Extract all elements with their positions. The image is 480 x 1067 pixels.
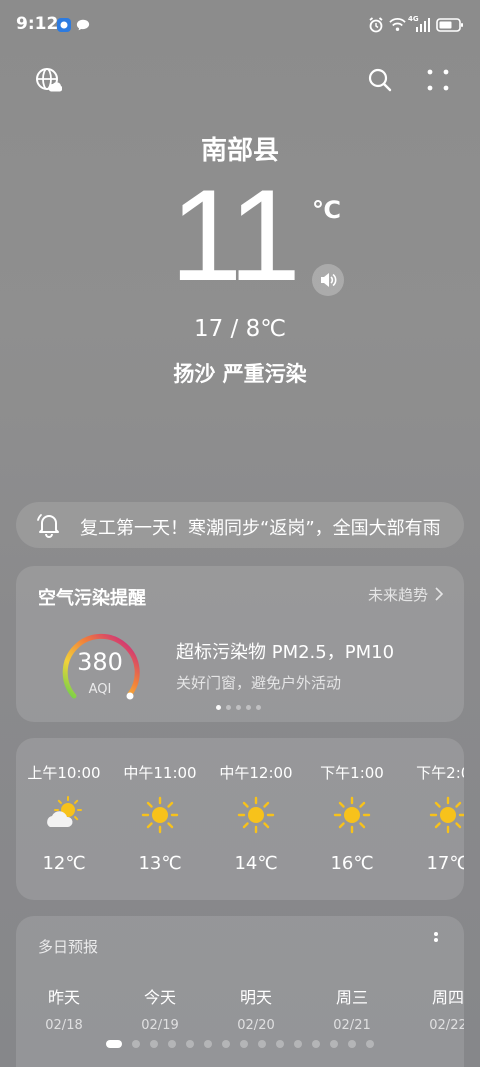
hour-label: 中午11:00 [123, 764, 197, 782]
air-pollution-card[interactable]: 空气污染提醒 未来趋势 380 AQI 超标污染物 PM2.5，PM10 关好门… [16, 566, 464, 722]
page-dot [226, 705, 231, 710]
city-page-dot[interactable] [330, 1040, 338, 1048]
daily-item[interactable]: 周四 02/22 [400, 984, 464, 1033]
daily-item[interactable]: 明天 02/20 [208, 984, 304, 1033]
speaker-icon [321, 273, 337, 287]
news-headline: 复工第一天！寒潮同步“返岗”，全国大部有雨 [80, 518, 441, 539]
city-page-dot[interactable] [106, 1040, 122, 1048]
news-banner[interactable]: 复工第一天！寒潮同步“返岗”，全国大部有雨 [16, 502, 464, 548]
daily-item[interactable]: 今天 02/19 [112, 984, 208, 1033]
page-dot [236, 705, 241, 710]
hour-temperature: 12℃ [42, 853, 86, 874]
daily-item[interactable]: 周三 02/21 [304, 984, 400, 1033]
voice-broadcast-button[interactable] [312, 264, 344, 296]
hourly-item: 中午11:00 13℃ [112, 762, 208, 874]
sun-icon [236, 795, 276, 835]
search-icon [368, 68, 392, 92]
city-page-dot[interactable] [276, 1040, 284, 1048]
page-dot [246, 705, 251, 710]
page-dot [256, 705, 261, 710]
weather-condition: 扬沙 严重污染 [173, 362, 307, 386]
city-page-dot[interactable] [294, 1040, 302, 1048]
pollutants-text: 超标污染物 PM2.5，PM10 [176, 642, 395, 663]
sun-icon [332, 795, 372, 835]
hour-temperature: 17℃ [426, 853, 464, 874]
chevron-right-icon [435, 587, 444, 601]
future-trend-link[interactable]: 未来趋势 [368, 584, 428, 605]
sun-icon [140, 795, 180, 835]
aqi-value: 380 [77, 648, 123, 676]
current-temperature: 11 [170, 162, 301, 308]
multi-day-title: 多日预报 [38, 938, 99, 956]
day-name: 周三 [335, 988, 368, 1007]
hour-temperature: 16℃ [330, 853, 374, 874]
hour-label: 下午1:00 [320, 764, 384, 782]
battery-icon [436, 18, 463, 32]
more-dots-icon [427, 69, 449, 91]
vertical-dots-icon [434, 932, 438, 942]
city-page-dot[interactable] [240, 1040, 248, 1048]
hourly-item: 下午1:00 16℃ [304, 762, 400, 874]
hour-label: 上午10:00 [27, 764, 101, 782]
page-dot [216, 705, 221, 710]
city-page-dot[interactable] [348, 1040, 356, 1048]
wifi-icon [389, 18, 406, 31]
advice-text: 关好门窗，避免户外活动 [176, 674, 342, 692]
day-date: 02/19 [141, 1018, 179, 1033]
city-page-dot[interactable] [222, 1040, 230, 1048]
day-name: 今天 [143, 988, 176, 1007]
city-page-dot[interactable] [258, 1040, 266, 1048]
air-page-indicator [216, 705, 261, 710]
more-button[interactable] [418, 60, 458, 100]
city-page-dot[interactable] [132, 1040, 140, 1048]
hour-label: 下午2:00 [416, 764, 464, 782]
partly-cloudy-icon [44, 795, 84, 835]
daily-more-button[interactable] [432, 930, 440, 955]
globe-cloud-icon [36, 68, 62, 92]
hour-temperature: 14℃ [234, 853, 278, 874]
hour-temperature: 13℃ [138, 853, 182, 874]
city-page-dot[interactable] [312, 1040, 320, 1048]
daily-item[interactable]: 昨天 02/18 [16, 984, 112, 1033]
temperature-unit: ℃ [312, 196, 342, 224]
app-notification-icon [57, 18, 71, 32]
city-page-dot[interactable] [204, 1040, 212, 1048]
air-card-title: 空气污染提醒 [38, 588, 146, 609]
signal-icon [416, 18, 430, 32]
search-button[interactable] [360, 60, 400, 100]
hourly-forecast-card[interactable]: 上午10:00 12℃ 中午11:00 13℃ 中午12:00 14℃ 下午1:00 16℃ 下… [16, 738, 464, 900]
hour-label: 中午12:00 [219, 764, 293, 782]
temperature-range: 17 / 8℃ [193, 316, 287, 342]
status-bar: 9:12 4G [0, 0, 480, 52]
day-date: 02/22 [429, 1018, 464, 1033]
hourly-item: 上午10:00 12℃ [16, 762, 112, 874]
day-name: 周四 [431, 988, 464, 1007]
hourly-item: 下午2:00 17℃ [400, 762, 464, 874]
status-time: 9:12 [16, 14, 59, 34]
aqi-label: AQI [88, 682, 112, 697]
day-name: 昨天 [47, 988, 80, 1007]
day-date: 02/21 [333, 1018, 371, 1033]
day-date: 02/18 [45, 1018, 83, 1033]
day-date: 02/20 [237, 1018, 275, 1033]
hourly-item: 中午12:00 14℃ [208, 762, 304, 874]
sun-icon [428, 795, 464, 835]
city-page-dot[interactable] [168, 1040, 176, 1048]
city-page-indicator[interactable] [0, 1040, 480, 1048]
alarm-icon [369, 17, 383, 33]
city-page-dot[interactable] [186, 1040, 194, 1048]
day-name: 明天 [239, 988, 272, 1007]
city-page-dot[interactable] [366, 1040, 374, 1048]
city-manage-button[interactable] [28, 60, 68, 100]
message-icon [76, 19, 90, 31]
bell-icon [37, 514, 59, 538]
city-page-dot[interactable] [150, 1040, 158, 1048]
